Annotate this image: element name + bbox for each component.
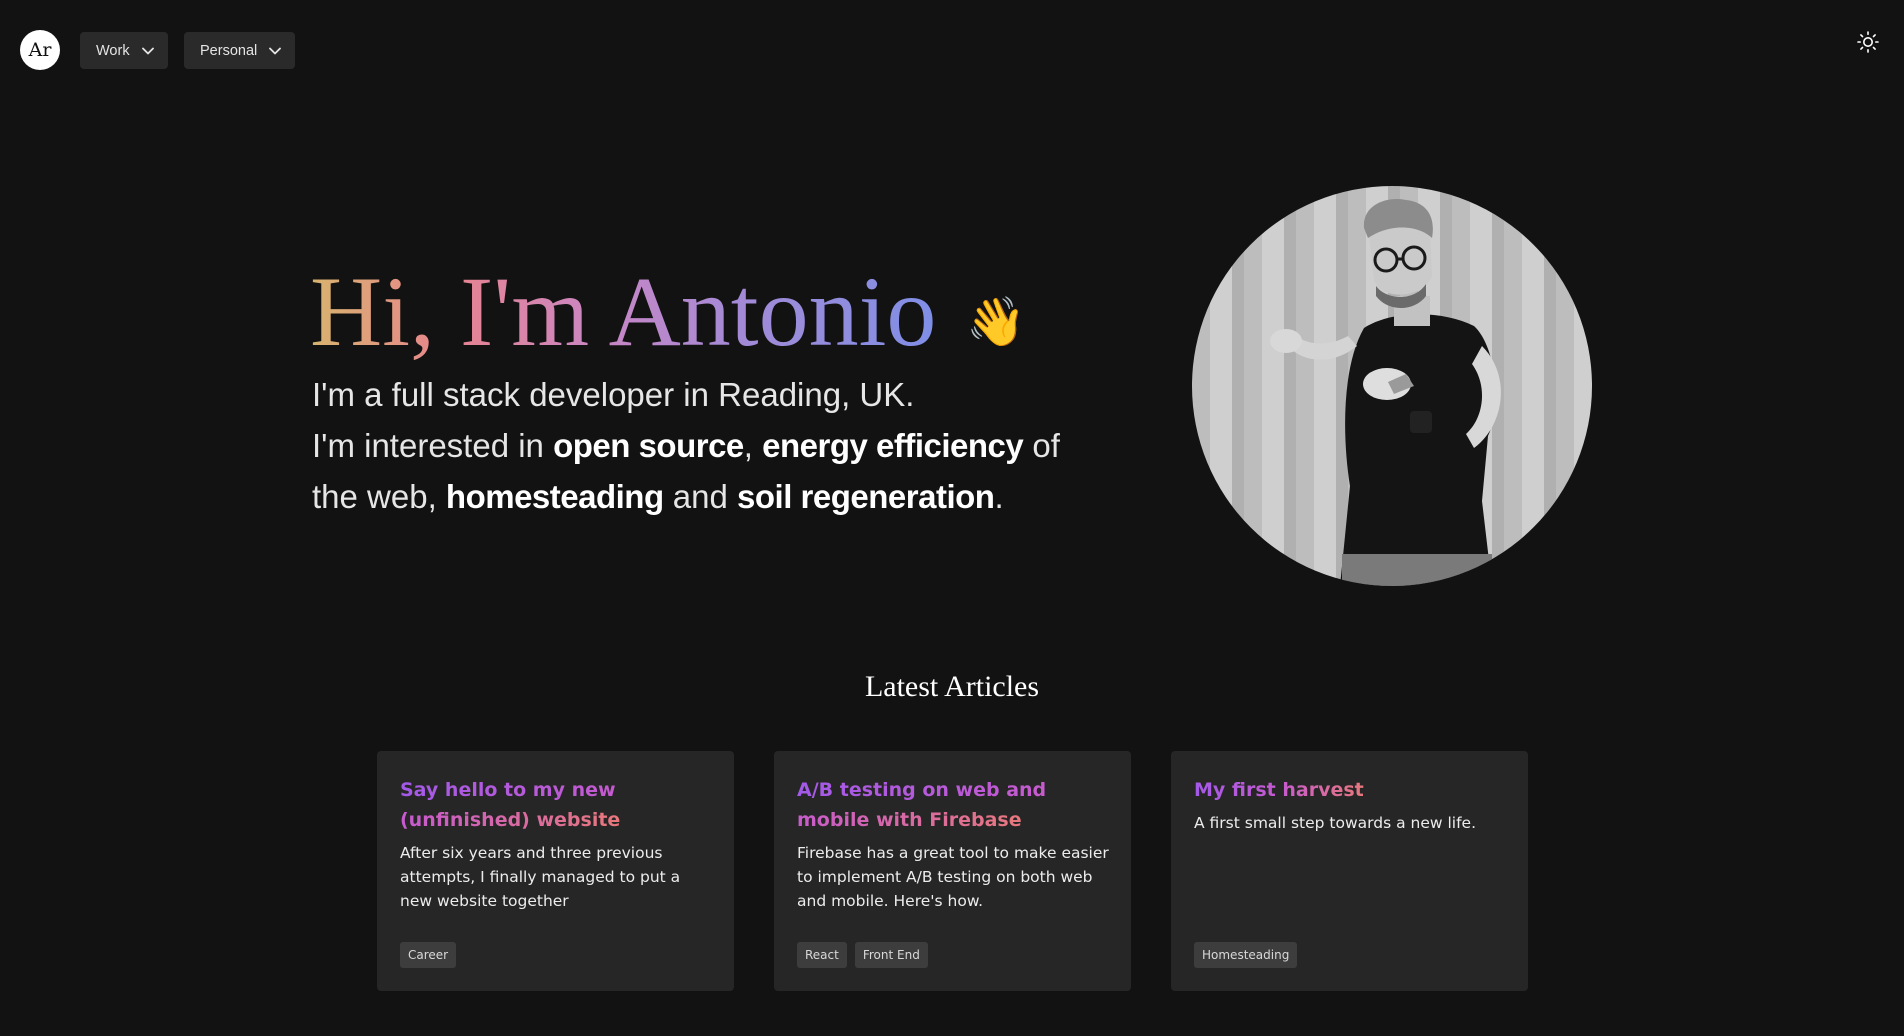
profile-photo — [1192, 186, 1592, 586]
chevron-down-icon — [141, 47, 154, 55]
personal-menu-button[interactable]: Personal — [184, 32, 295, 69]
intro-separator: , — [743, 427, 763, 464]
intro-line-location: I'm a full stack developer in Reading, U… — [312, 376, 915, 413]
article-tags: React Front End — [797, 942, 928, 968]
intro-and: and — [663, 478, 738, 515]
personal-menu-label: Personal — [200, 42, 258, 59]
article-description: Firebase has a great tool to make easier… — [797, 844, 1109, 910]
greeting-text: Hi, I'm Antonio — [310, 251, 936, 373]
logo-text: Ar — [28, 39, 52, 61]
article-description: After six years and three previous attem… — [400, 844, 681, 910]
article-title[interactable]: My first harvest — [1194, 779, 1364, 801]
waving-hand-emoji: 👋 — [966, 296, 1027, 349]
work-menu-label: Work — [96, 42, 130, 59]
article-card[interactable]: Say hello to my new (unfinished) website… — [377, 751, 734, 991]
intro-prefix: I'm interested in — [312, 427, 554, 464]
hero-title: Hi, I'm Antonio 👋 — [310, 240, 1026, 384]
interest-soil-regeneration: soil regeneration — [737, 478, 995, 515]
top-bar: Ar Work Personal — [0, 0, 1904, 100]
article-title[interactable]: Say hello to my new (unfinished) website — [400, 779, 620, 831]
article-title[interactable]: A/B testing on web and mobile with Fireb… — [797, 779, 1046, 831]
tag-react[interactable]: React — [797, 942, 847, 968]
article-tags: Career — [400, 942, 457, 968]
article-card[interactable]: My first harvest A first small step towa… — [1171, 751, 1528, 991]
interest-homesteading: homesteading — [445, 478, 664, 515]
chevron-down-icon — [269, 47, 282, 55]
article-description: A first small step towards a new life. — [1194, 814, 1477, 832]
tag-career[interactable]: Career — [400, 942, 457, 968]
work-menu-button[interactable]: Work — [80, 32, 168, 69]
sun-icon — [1856, 31, 1880, 58]
tag-front-end[interactable]: Front End — [854, 942, 928, 968]
interest-open-source: open source — [553, 427, 744, 464]
article-card[interactable]: A/B testing on web and mobile with Fireb… — [774, 751, 1131, 991]
home-page: Ar Work Personal Hi, I'm Antonio 👋 I'm a… — [0, 0, 1904, 1036]
article-tags: Homesteading — [1194, 942, 1298, 968]
interest-energy-efficiency: energy efficiency — [762, 427, 1024, 464]
theme-toggle-button[interactable] — [1856, 30, 1880, 54]
site-logo[interactable]: Ar — [20, 30, 60, 70]
tag-homesteading[interactable]: Homesteading — [1194, 942, 1298, 968]
latest-articles-heading: Latest Articles — [864, 670, 1040, 703]
intro-period: . — [994, 478, 1004, 515]
hero-intro: I'm a full stack developer in Reading, U… — [312, 369, 1112, 522]
